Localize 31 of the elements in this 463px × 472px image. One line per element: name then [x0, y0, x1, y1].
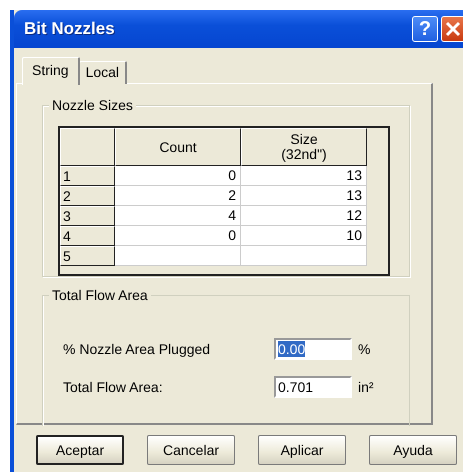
table-cell[interactable]: 0	[115, 166, 241, 186]
table-cell[interactable]: 4	[115, 206, 241, 226]
table-cell[interactable]: 2	[115, 186, 241, 206]
column-header: Count	[115, 128, 241, 166]
help-button[interactable]: ?	[412, 16, 438, 42]
dialog-button[interactable]: Aplicar	[258, 435, 346, 465]
row-header: 4	[60, 226, 115, 246]
row-header: 2	[60, 186, 115, 206]
window-title: Bit Nozzles	[24, 19, 116, 39]
tab[interactable]: Local	[78, 61, 128, 84]
dialog-button[interactable]: Cancelar	[147, 435, 235, 465]
unit-label: %	[358, 341, 372, 357]
row-header: 5	[60, 246, 115, 266]
field-label: % Nozzle Area Plugged	[63, 341, 212, 357]
input-field[interactable]: 0.701	[274, 376, 352, 398]
column-header: Size (32nd")	[241, 128, 367, 166]
table-cell[interactable]: 13	[241, 186, 367, 206]
group-title: Total Flow Area	[49, 287, 151, 303]
table-cell[interactable]: 10	[241, 226, 367, 246]
row-header: 1	[60, 166, 115, 186]
row-header: 3	[60, 206, 115, 226]
tab[interactable]: String	[22, 57, 80, 85]
field-label: Total Flow Area:	[63, 379, 164, 395]
dialog-button[interactable]: Ayuda	[369, 435, 457, 465]
table-cell[interactable]: 13	[241, 166, 367, 186]
unit-label: in²	[358, 379, 375, 395]
table-cell[interactable]: 0	[115, 226, 241, 246]
table-cell[interactable]: 12	[241, 206, 367, 226]
input-field[interactable]: 0.00	[274, 338, 352, 360]
group-title: Nozzle Sizes	[49, 97, 136, 113]
dialog-button[interactable]: Aceptar	[36, 435, 124, 465]
